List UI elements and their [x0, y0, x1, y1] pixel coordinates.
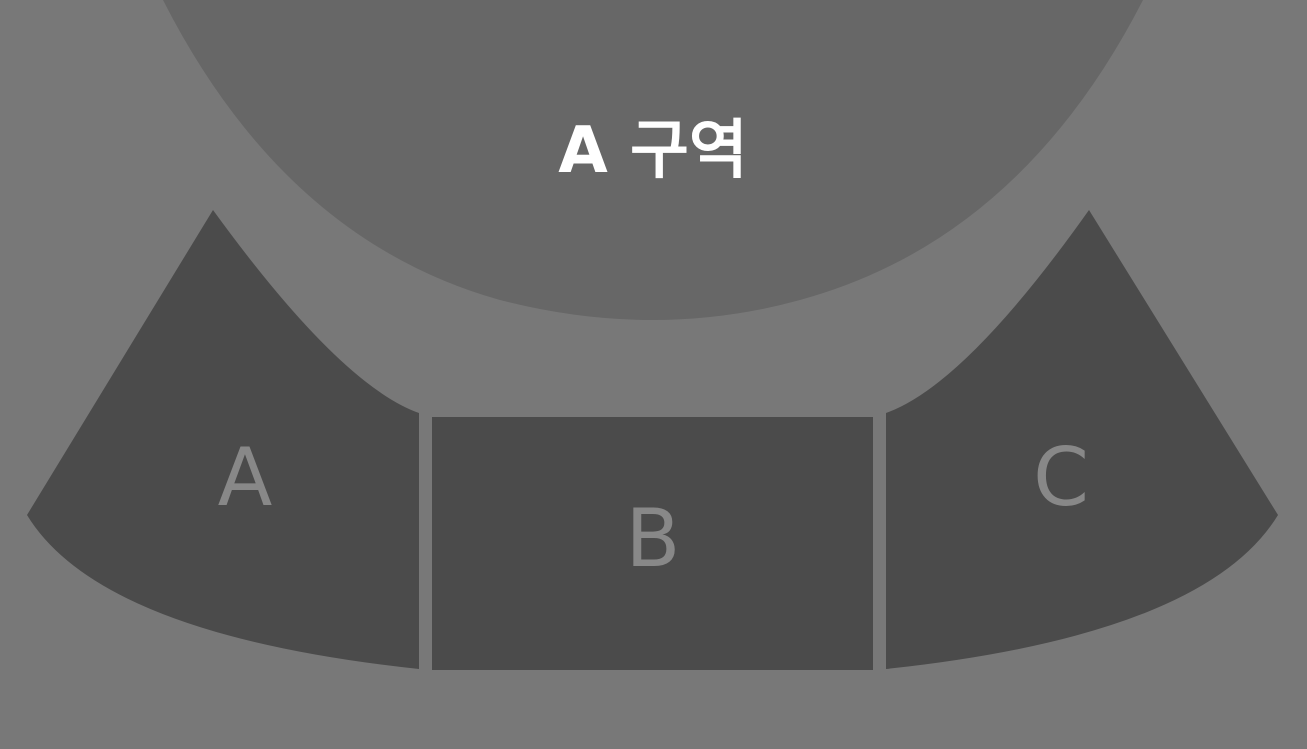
section-b[interactable]: B: [432, 417, 873, 670]
section-b-shape[interactable]: [432, 417, 873, 670]
seat-map: A 구역 A B C: [0, 0, 1307, 749]
